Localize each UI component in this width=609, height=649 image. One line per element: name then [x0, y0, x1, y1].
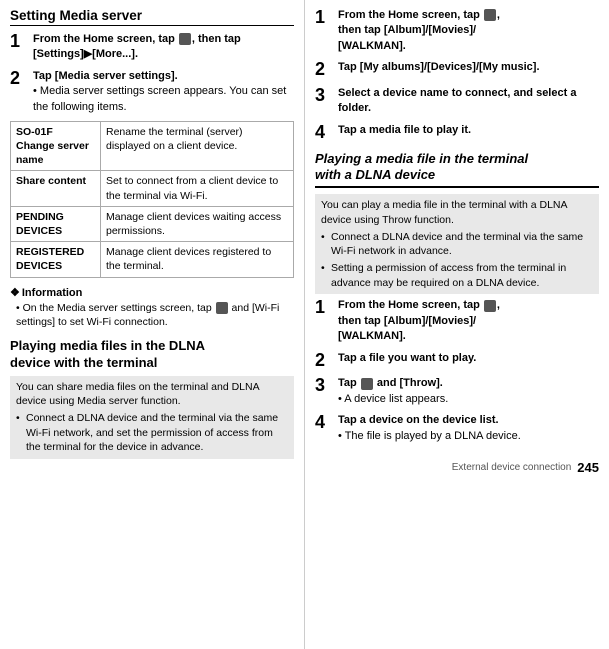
table-key-1: SO-01FChange server name: [11, 121, 101, 171]
left-column: Setting Media server 1 From the Home scr…: [0, 0, 305, 649]
right-step-2-number: 2: [315, 60, 333, 80]
settings-table: SO-01FChange server name Rename the term…: [10, 121, 294, 278]
table-row: Share content Set to connect from a clie…: [11, 171, 294, 206]
table-key-2: Share content: [11, 171, 101, 206]
right-bottom-step-4-number: 4: [315, 413, 333, 433]
bullet-line-r1: • Connect a DLNA device and the terminal…: [321, 230, 593, 259]
step-2: 2 Tap [Media server settings]. • Media s…: [10, 69, 294, 115]
right-bottom-step-3-text: Tap and [Throw]. • A device list appears…: [338, 376, 599, 407]
right-bottom-step-3: 3 Tap and [Throw]. • A device list appea…: [315, 376, 599, 407]
menu-icon-rb1: [484, 300, 496, 312]
right-step-3-text: Select a device name to connect, and sel…: [338, 86, 599, 117]
footer-page: 245: [577, 460, 599, 475]
right-step-3-number: 3: [315, 86, 333, 106]
footer-label: External device connection: [452, 462, 572, 473]
right-step-2-text: Tap [My albums]/[Devices]/[My music].: [338, 60, 599, 75]
playing-heading: Playing a media file in the terminalwith…: [315, 151, 599, 189]
menu-icon-2: [216, 302, 228, 314]
right-column: 1 From the Home screen, tap ,then tap [A…: [305, 0, 609, 649]
dlna-play-para: You can play a media file in the termina…: [315, 194, 599, 294]
table-key-4: REGISTERED DEVICES: [11, 242, 101, 277]
info-text: • On the Media server settings screen, t…: [10, 301, 294, 330]
menu-icon-rb3: [361, 378, 373, 390]
right-bottom-step-3-number: 3: [315, 376, 333, 396]
right-step-4-number: 4: [315, 123, 333, 143]
menu-icon-r1: [484, 9, 496, 21]
right-step-2: 2 Tap [My albums]/[Devices]/[My music].: [315, 60, 599, 80]
step-1-text: From the Home screen, tap , then tap [Se…: [33, 32, 294, 63]
right-bottom-step-4: 4 Tap a device on the device list. • The…: [315, 413, 599, 444]
step-1-number: 1: [10, 32, 28, 52]
right-step-3: 3 Select a device name to connect, and s…: [315, 86, 599, 117]
right-bottom-step-2-text: Tap a file you want to play.: [338, 351, 599, 366]
table-val-1: Rename the terminal (server) displayed o…: [101, 121, 294, 171]
right-bottom-step-1: 1 From the Home screen, tap ,then tap [A…: [315, 298, 599, 344]
right-step-1-text: From the Home screen, tap ,then tap [Alb…: [338, 8, 599, 54]
dlna-intro-para: You can share media files on the termina…: [10, 376, 294, 459]
bullet-line-1: • Connect a DLNA device and the terminal…: [16, 411, 288, 455]
right-bottom-step-1-text: From the Home screen, tap ,then tap [Alb…: [338, 298, 599, 344]
step-2-number: 2: [10, 69, 28, 89]
table-row: PENDING DEVICES Manage client devices wa…: [11, 206, 294, 241]
right-bottom-step-4-text: Tap a device on the device list. • The f…: [338, 413, 599, 444]
bullet-line-r2: • Setting a permission of access from th…: [321, 261, 593, 290]
table-val-2: Set to connect from a client device to t…: [101, 171, 294, 206]
right-step-1-number: 1: [315, 8, 333, 28]
info-title: Information: [10, 286, 294, 299]
table-val-3: Manage client devices waiting access per…: [101, 206, 294, 241]
right-step-1: 1 From the Home screen, tap ,then tap [A…: [315, 8, 599, 54]
playing-dlna-heading: Playing media files in the DLNAdevice wi…: [10, 338, 294, 372]
info-box: Information • On the Media server settin…: [10, 286, 294, 330]
right-step-4: 4 Tap a media file to play it.: [315, 123, 599, 143]
right-bottom-step-2: 2 Tap a file you want to play.: [315, 351, 599, 371]
table-row: REGISTERED DEVICES Manage client devices…: [11, 242, 294, 277]
right-bottom-step-1-number: 1: [315, 298, 333, 318]
footer: External device connection 245: [315, 450, 599, 475]
right-bottom-step-2-number: 2: [315, 351, 333, 371]
section-heading: Setting Media server: [10, 8, 294, 26]
table-key-3: PENDING DEVICES: [11, 206, 101, 241]
step-2-text: Tap [Media server settings]. • Media ser…: [33, 69, 294, 115]
menu-icon: [179, 33, 191, 45]
step-1: 1 From the Home screen, tap , then tap […: [10, 32, 294, 63]
table-val-4: Manage client devices registered to the …: [101, 242, 294, 277]
table-row: SO-01FChange server name Rename the term…: [11, 121, 294, 171]
right-step-4-text: Tap a media file to play it.: [338, 123, 599, 138]
